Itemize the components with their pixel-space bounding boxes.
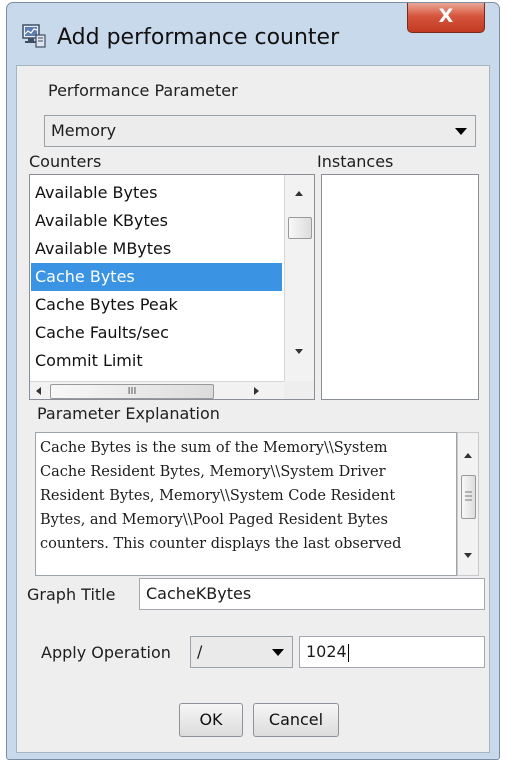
close-button[interactable]: X bbox=[407, 3, 485, 33]
apply-operation-dropdown[interactable]: / bbox=[190, 636, 293, 668]
performance-parameter-value: Memory bbox=[51, 121, 117, 140]
performance-monitor-icon bbox=[22, 24, 46, 48]
parameter-explanation-label: Parameter Explanation bbox=[37, 404, 220, 423]
explanation-line: Cache Resident Bytes, Memory\\System Dri… bbox=[40, 464, 386, 480]
list-item[interactable]: Available MBytes bbox=[31, 235, 282, 263]
list-item[interactable]: Cache Bytes Peak bbox=[31, 291, 282, 319]
counters-label: Counters bbox=[29, 152, 102, 171]
apply-operation-label: Apply Operation bbox=[41, 643, 171, 662]
scroll-down-icon[interactable] bbox=[464, 553, 472, 558]
list-item[interactable]: Commit Limit bbox=[31, 347, 282, 375]
explanation-line: Bytes, and Memory\\Pool Paged Resident B… bbox=[40, 512, 388, 528]
close-icon: X bbox=[438, 5, 454, 27]
scrollbar-corner bbox=[284, 381, 314, 399]
list-item[interactable]: Available Bytes bbox=[31, 179, 282, 207]
explanation-vertical-scrollbar[interactable] bbox=[457, 432, 479, 576]
counters-vertical-scrollbar[interactable] bbox=[284, 175, 314, 381]
instances-list[interactable] bbox=[321, 174, 479, 400]
explanation-line: Resident Bytes, Memory\\System Code Resi… bbox=[40, 488, 396, 504]
grip-icon bbox=[465, 491, 472, 501]
title-bar[interactable]: Add performance counter X bbox=[7, 3, 499, 65]
dialog-window: Add performance counter X Performance Pa… bbox=[6, 2, 500, 760]
graph-title-label: Graph Title bbox=[27, 585, 116, 604]
scroll-up-icon[interactable] bbox=[464, 453, 472, 458]
scroll-up-icon[interactable] bbox=[295, 191, 303, 196]
performance-parameter-dropdown[interactable]: Memory bbox=[44, 115, 476, 147]
text-cursor bbox=[347, 643, 349, 662]
explanation-line: Cache Bytes is the sum of the Memory\\Sy… bbox=[40, 440, 388, 456]
list-item[interactable]: Cache Faults/sec bbox=[31, 319, 282, 347]
scrollbar-thumb[interactable]: III bbox=[50, 384, 214, 399]
counters-horizontal-scrollbar[interactable]: III bbox=[30, 381, 284, 399]
scrollbar-thumb[interactable] bbox=[288, 217, 312, 239]
scroll-down-icon[interactable] bbox=[295, 349, 303, 354]
dialog-content: Performance Parameter Memory Counters In… bbox=[16, 65, 490, 753]
apply-operation-value: / bbox=[197, 642, 203, 661]
instances-label: Instances bbox=[317, 152, 394, 171]
apply-operation-operand-input[interactable]: 1024 bbox=[299, 636, 485, 668]
list-item[interactable]: Available KBytes bbox=[31, 207, 282, 235]
chevron-down-icon bbox=[455, 128, 467, 135]
graph-title-input[interactable]: CacheKBytes bbox=[139, 578, 485, 610]
scroll-right-icon[interactable] bbox=[254, 387, 259, 395]
performance-parameter-label: Performance Parameter bbox=[48, 81, 238, 100]
scrollbar-thumb[interactable] bbox=[461, 475, 476, 519]
cancel-button[interactable]: Cancel bbox=[253, 703, 339, 737]
ok-button[interactable]: OK bbox=[179, 703, 243, 737]
parameter-explanation-text: Cache Bytes is the sum of the Memory\\Sy… bbox=[40, 436, 456, 556]
parameter-explanation-text-area[interactable]: Cache Bytes is the sum of the Memory\\Sy… bbox=[35, 432, 457, 576]
list-item-selected[interactable]: Cache Bytes bbox=[31, 263, 282, 291]
chevron-down-icon bbox=[272, 649, 284, 656]
window-title: Add performance counter bbox=[57, 25, 340, 50]
explanation-line: counters. This counter displays the last… bbox=[40, 536, 402, 552]
operand-value: 1024 bbox=[306, 642, 347, 661]
counters-list[interactable]: Available Bytes Available KBytes Availab… bbox=[29, 174, 315, 400]
performance-parameter-group: Performance Parameter Memory bbox=[30, 69, 478, 155]
scroll-left-icon[interactable] bbox=[36, 387, 41, 395]
